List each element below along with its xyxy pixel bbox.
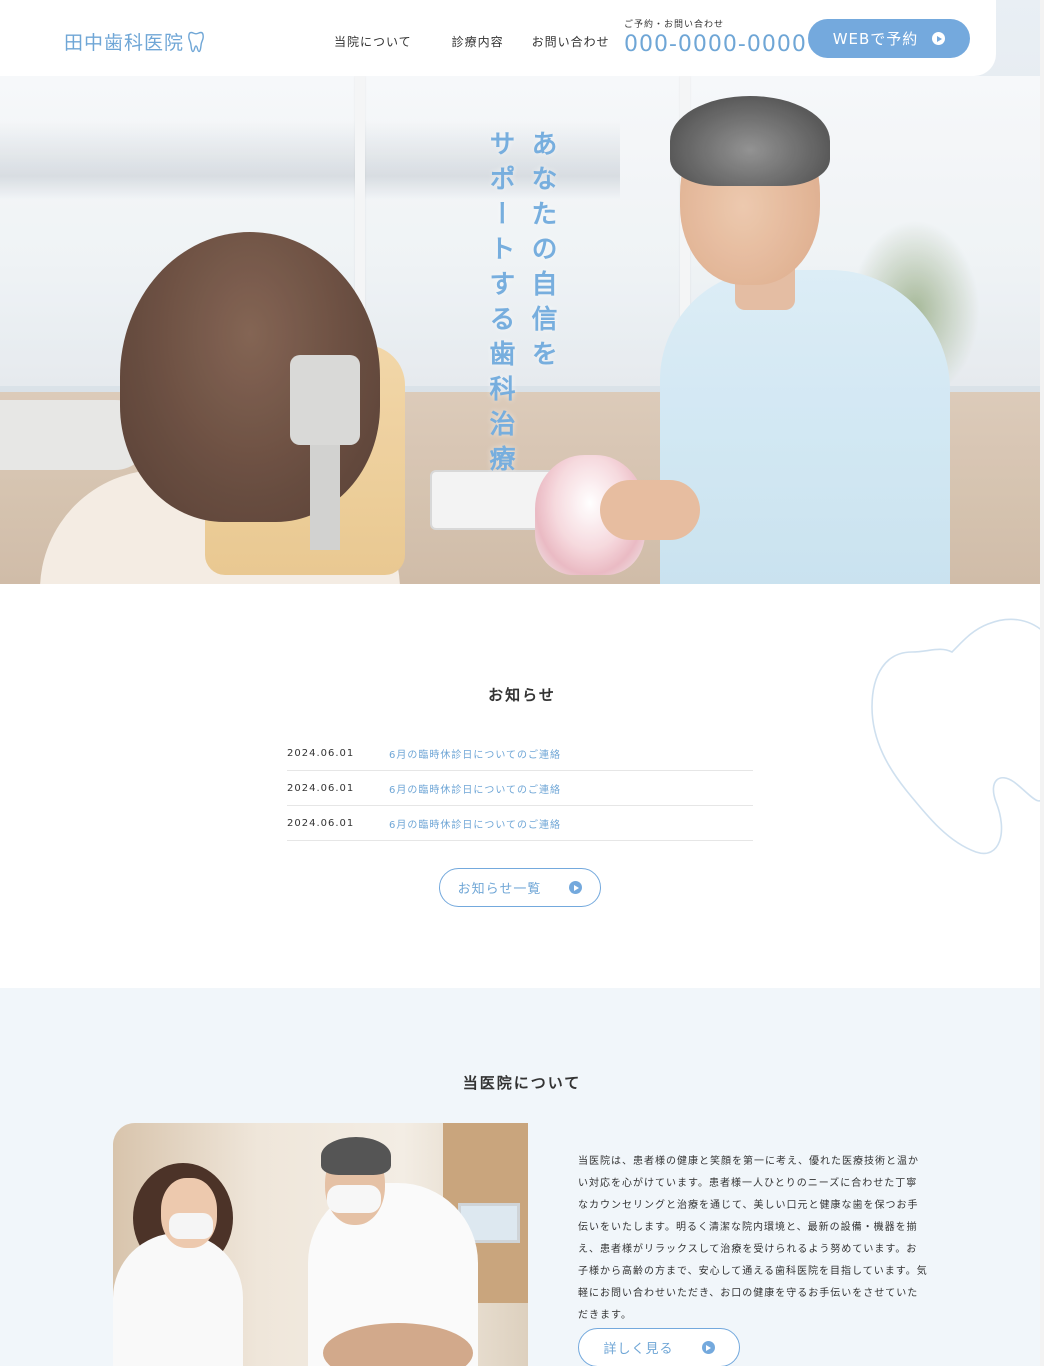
tel-label: ご予約・お問い合わせ: [624, 20, 725, 30]
news-link[interactable]: 6月の臨時休診日についてのご連絡: [389, 746, 561, 761]
about-photo: [113, 1123, 528, 1366]
news-date: 2024.06.01: [287, 817, 355, 829]
page-scrollbar[interactable]: [1040, 0, 1044, 1366]
news-date: 2024.06.01: [287, 747, 355, 759]
news-item[interactable]: 2024.06.01 6月の臨時休診日についてのご連絡: [287, 771, 753, 806]
news-link[interactable]: 6月の臨時休診日についてのご連絡: [389, 816, 561, 831]
tooth-outline-icon: [871, 618, 1044, 855]
about-photo-assistant-mask: [169, 1213, 213, 1239]
about-photo-dentist-hair: [321, 1137, 391, 1175]
about-photo-assistant: [113, 1233, 243, 1366]
site-logo[interactable]: 田中歯科医院: [64, 28, 204, 55]
global-nav: 当院について 診療内容 お問い合わせ: [334, 33, 610, 50]
site-header: 田中歯科医院 当院について 診療内容 お問い合わせ ご予約・お問い合わせ 000…: [0, 0, 996, 76]
hero-section: あなたの自信を サポートする歯科治療: [0, 0, 1044, 584]
news-list-button[interactable]: お知らせ一覧: [439, 868, 601, 907]
tooth-icon: [188, 31, 204, 52]
hero-catch-line-1: あなたの自信を: [527, 130, 557, 375]
about-more-button[interactable]: 詳しく見る: [578, 1328, 740, 1366]
news-list: 2024.06.01 6月の臨時休診日についてのご連絡 2024.06.01 6…: [287, 736, 753, 841]
news-item[interactable]: 2024.06.01 6月の臨時休診日についてのご連絡: [287, 736, 753, 771]
news-link[interactable]: 6月の臨時休診日についてのご連絡: [389, 781, 561, 796]
hero-catchcopy: あなたの自信を サポートする歯科治療: [485, 130, 557, 480]
tel-number[interactable]: 000-0000-0000: [624, 32, 807, 57]
page: あなたの自信を サポートする歯科治療 田中歯科医院 当院について 診療内容 お問…: [0, 0, 1044, 1366]
circle-arrow-right-icon: [569, 881, 583, 894]
hero-catch-line-2: サポートする歯科治療: [485, 130, 515, 480]
nav-item-about[interactable]: 当院について: [334, 33, 412, 50]
nav-item-contact[interactable]: お問い合わせ: [532, 33, 610, 50]
about-description: 当医院は、患者様の健康と笑顔を第一に考え、優れた医療技術と温かい対応を心がけてい…: [578, 1156, 928, 1321]
news-item[interactable]: 2024.06.01 6月の臨時休診日についてのご連絡: [287, 806, 753, 841]
circle-arrow-right-icon: [701, 1341, 715, 1354]
circle-arrow-right-icon: [932, 32, 946, 45]
logo-text: 田中歯科医院: [64, 32, 185, 54]
news-date: 2024.06.01: [287, 782, 355, 794]
about-title: 当医院について: [462, 1074, 582, 1092]
nav-item-treatment[interactable]: 診療内容: [452, 33, 504, 50]
web-reservation-label: WEBで予約: [832, 30, 919, 48]
news-list-button-label: お知らせ一覧: [457, 882, 542, 897]
web-reservation-button[interactable]: WEBで予約: [808, 19, 970, 58]
about-photo-dentist-mask: [327, 1185, 381, 1213]
about-section: 当医院について 当医院は、患者様の健康と笑顔を第一に考え、優れた医療技術と温かい…: [0, 988, 1044, 1366]
about-more-button-label: 詳しく見る: [603, 1342, 674, 1357]
